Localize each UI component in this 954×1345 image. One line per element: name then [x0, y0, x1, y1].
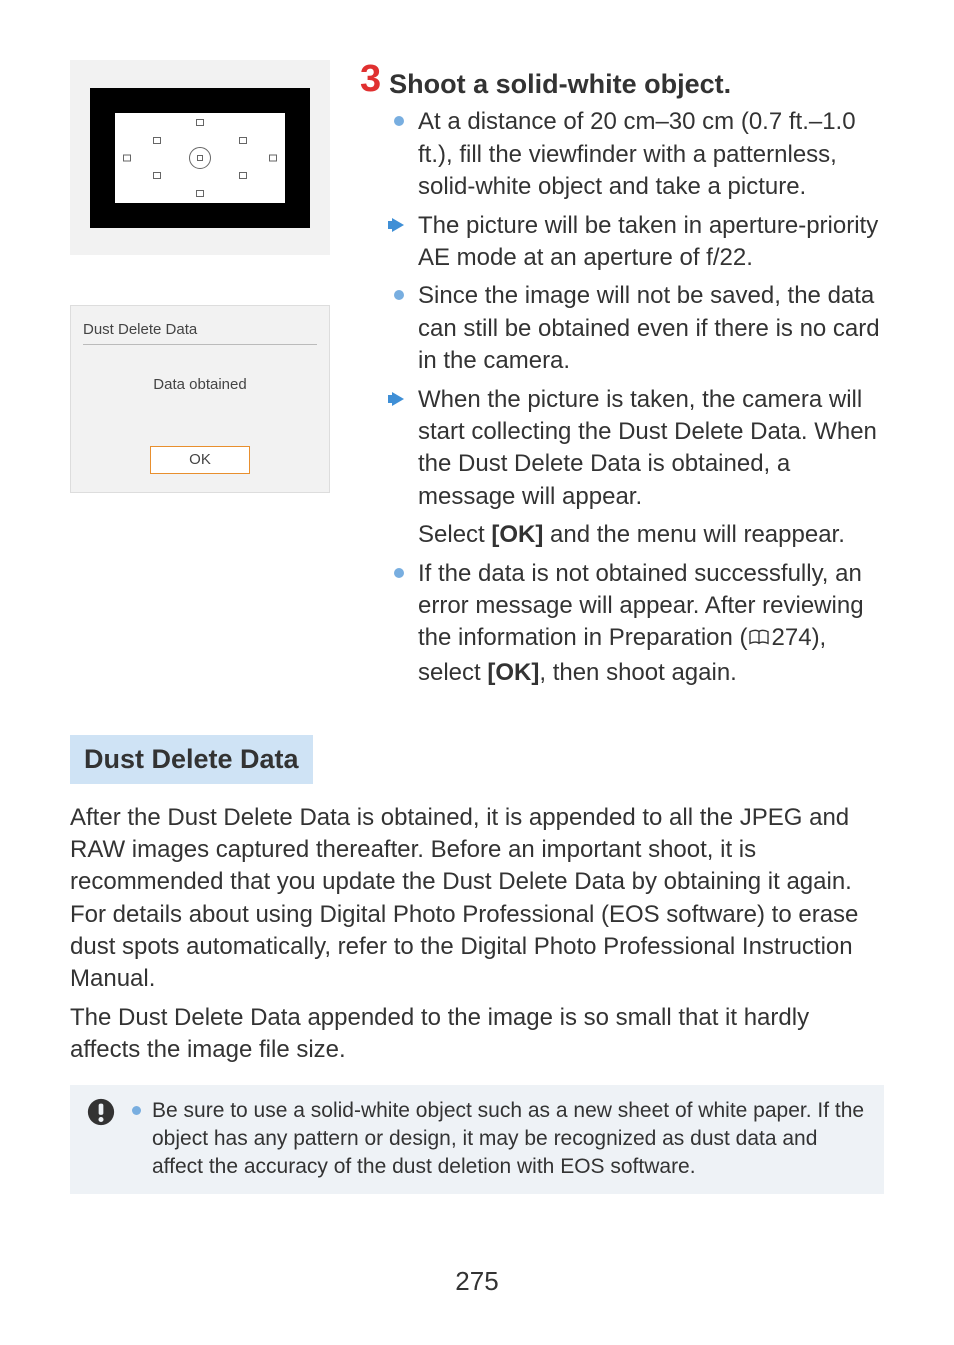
step-item-text: Since the image will not be saved, the d… [418, 282, 880, 374]
warning-text: Be sure to use a solid-white object such… [152, 1099, 864, 1179]
af-point-icon [153, 172, 161, 179]
step-item: At a distance of 20 cm–30 cm (0.7 ft.–1.… [390, 106, 884, 203]
af-point-icon [153, 137, 161, 144]
af-point-icon [196, 119, 204, 126]
caution-icon [86, 1097, 116, 1127]
step-item-text: , then shoot again. [539, 659, 736, 686]
af-points-area [115, 113, 285, 203]
af-point-icon [239, 137, 247, 144]
step-number: 3 [360, 60, 381, 98]
book-icon [748, 624, 770, 656]
af-point-icon [196, 190, 204, 197]
step-item-text: Select [418, 521, 491, 548]
step-item-text: The picture will be taken in aperture-pr… [418, 212, 878, 271]
dust-delete-dialog: Dust Delete Data Data obtained OK [70, 305, 330, 493]
dialog-title: Dust Delete Data [83, 320, 317, 345]
step-item: Since the image will not be saved, the d… [390, 280, 884, 377]
step-item-bold: [OK] [491, 521, 543, 548]
af-point-center-icon [189, 147, 211, 169]
section-paragraph: After the Dust Delete Data is obtained, … [70, 802, 884, 996]
step-item: Select [OK] and the menu will reappear. [390, 519, 884, 551]
step-item-bold: [OK] [487, 659, 539, 686]
dialog-ok-button[interactable]: OK [150, 446, 250, 474]
af-point-icon [269, 154, 277, 161]
viewfinder-illustration [70, 60, 330, 255]
step-body: At a distance of 20 cm–30 cm (0.7 ft.–1.… [360, 106, 884, 689]
warning-box: Be sure to use a solid-white object such… [70, 1085, 884, 1194]
step-title: Shoot a solid-white object. [389, 60, 731, 102]
warning-item: Be sure to use a solid-white object such… [130, 1097, 868, 1182]
af-point-icon [123, 154, 131, 161]
step-item: When the picture is taken, the camera wi… [390, 384, 884, 514]
page-number: 275 [70, 1264, 884, 1299]
section-heading: Dust Delete Data [70, 735, 313, 783]
step-item-text: and the menu will reappear. [543, 521, 845, 548]
step-item-text: When the picture is taken, the camera wi… [418, 386, 877, 510]
af-point-icon [239, 172, 247, 179]
section-paragraph: The Dust Delete Data appended to the ima… [70, 1002, 884, 1067]
step-item-text: At a distance of 20 cm–30 cm (0.7 ft.–1.… [418, 108, 856, 200]
dialog-message: Data obtained [83, 375, 317, 395]
step-item: If the data is not obtained successfully… [390, 558, 884, 690]
step-item: The picture will be taken in aperture-pr… [390, 210, 884, 275]
viewfinder-frame [90, 88, 310, 228]
page-ref: 274 [772, 624, 812, 651]
